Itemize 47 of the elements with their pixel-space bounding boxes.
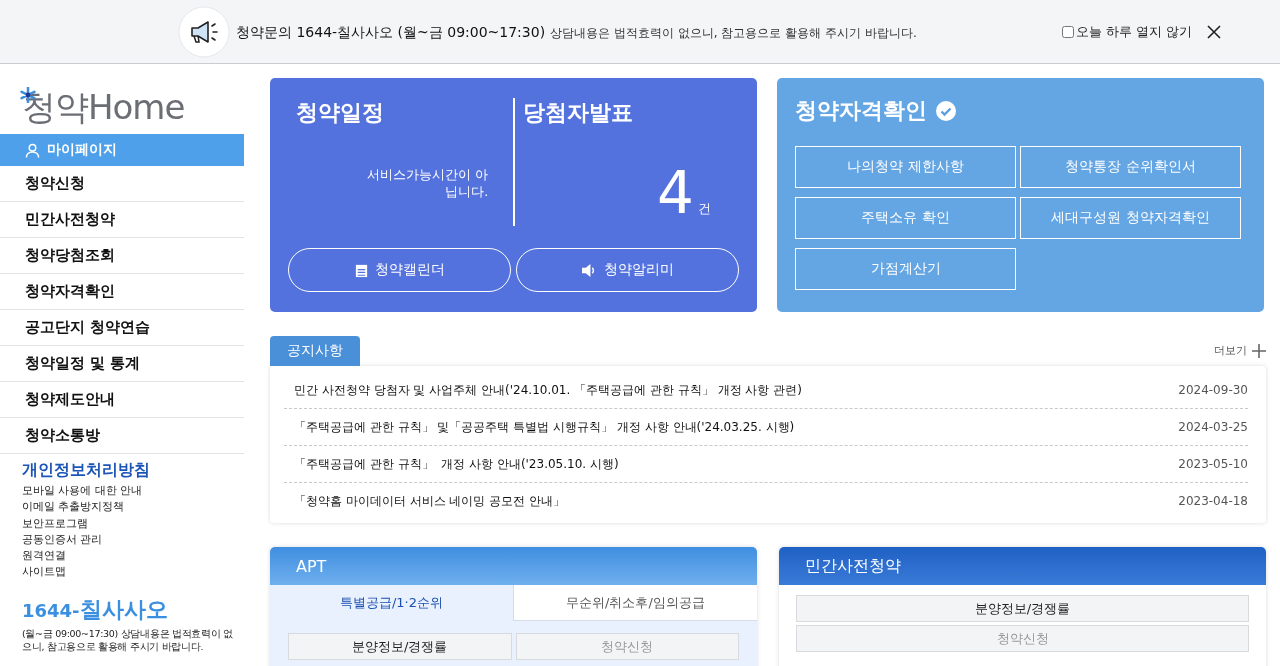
- notice-title[interactable]: 민간 사전청약 당첨자 및 사업주체 안내('24.10.01. 「주택공급에 관한 규칙」 개정 사항 관련): [294, 381, 802, 399]
- card-title: 청약자격확인: [795, 97, 927, 125]
- notice-title[interactable]: 「주택공급에 관한 규칙」 개정 사항 안내('23.05.10. 시행): [294, 455, 619, 473]
- winner-count[interactable]: 4: [657, 164, 694, 222]
- plus-icon: [1252, 343, 1266, 358]
- sidebar-menu-item[interactable]: 청약자격확인: [0, 274, 244, 310]
- sidebar-menu-item[interactable]: 청약소통방: [0, 418, 244, 454]
- footer-link[interactable]: 사이트맵: [22, 564, 244, 581]
- privacy-policy-link[interactable]: 개인정보처리방침: [22, 460, 244, 481]
- sidebar-menu-item[interactable]: 공고단지 청약연습: [0, 310, 244, 346]
- footer-link[interactable]: 모바일 사용에 대한 안내: [22, 483, 244, 500]
- more-link[interactable]: 더보기: [1214, 343, 1266, 358]
- footer-link[interactable]: 이메일 추출방지정책: [22, 499, 244, 516]
- checkbox-label: 오늘 하루 열지 않기: [1075, 22, 1192, 41]
- user-icon: [25, 142, 40, 158]
- notice-date: 2024-09-30: [1178, 383, 1248, 397]
- sidebar-menu-item[interactable]: 청약제도안내: [0, 382, 244, 418]
- panel-title: APT: [296, 556, 327, 576]
- megaphone-icon: [178, 5, 230, 58]
- footer-link[interactable]: 원격연결: [22, 548, 244, 565]
- helpline-number: 1644-칠사사오: [22, 595, 169, 624]
- sidebar-menu-item[interactable]: 청약당첨조회: [0, 238, 244, 274]
- card-title: 당첨자발표: [522, 99, 634, 127]
- helpline-hours: (월~금 09:00~17:30) 상담내용은 법적효력이 없으니, 참고용으로 활용해 주시기 바랍니다.: [22, 626, 234, 653]
- panel-button[interactable]: 분양정보/경쟁률: [796, 595, 1249, 622]
- sidebar-menu-item[interactable]: 민간사전청약: [0, 202, 244, 238]
- notice-date: 2023-04-18: [1178, 494, 1248, 508]
- card-title: 청약일정: [296, 99, 385, 127]
- check-circle-icon: [935, 100, 957, 122]
- dont-show-today-checkbox[interactable]: [1061, 25, 1074, 38]
- count-unit: 건: [698, 200, 711, 218]
- site-logo[interactable]: 청약Home: [22, 86, 185, 130]
- notice-date: 2023-05-10: [1178, 457, 1248, 471]
- footer-link[interactable]: 공동인증서 관리: [22, 531, 244, 549]
- panel-button[interactable]: 분양정보/경쟁률: [288, 633, 512, 660]
- service-status-text: 서비스가능시간이 아닙니다.: [366, 166, 490, 200]
- panel-title: 민간사전청약: [805, 555, 901, 577]
- sidebar-menu-item[interactable]: 청약일정 및 통계: [0, 346, 244, 382]
- notice-title[interactable]: 「주택공급에 관한 규칙」 및「공공주택 특별법 시행규칙」 개정 사항 안내('24.03.25. 시행): [294, 418, 795, 436]
- banner-message: 청약문의 1644-칠사사오 (월~금 09:00~17:30) 상담내용은 법적효력이 없으니, 참고용으로 활용해 주시기 바랍니다.: [236, 22, 917, 42]
- panel-tab[interactable]: 특별공급/1·2순위: [270, 585, 514, 621]
- notice-title[interactable]: 「청약홈 마이데이터 서비스 네이밍 공모전 안내」: [294, 492, 566, 510]
- footer-link[interactable]: 보안프로그램: [22, 515, 244, 532]
- calendar-icon: [354, 262, 369, 278]
- sidebar-menu-item[interactable]: 청약신청: [0, 166, 244, 202]
- notice-date: 2024-03-25: [1178, 420, 1248, 434]
- panel-tab[interactable]: 무순위/취소후/임의공급: [514, 585, 757, 621]
